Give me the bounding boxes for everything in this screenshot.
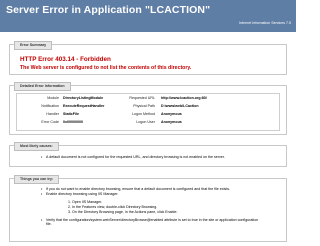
detail-value: Anonymous [161, 112, 182, 116]
page-header: Server Error in Application "LCACTION" I… [0, 0, 296, 32]
likely-causes-tab: Most likely causes: [14, 142, 59, 151]
detail-label: Error Code [41, 120, 59, 124]
detail-value: ExecuteRequestHandler [63, 104, 105, 108]
detailed-error-tab: Detailed Error Information [14, 82, 71, 91]
requested-url-value[interactable]: http://www.lcaction.org:80/ [161, 96, 207, 101]
suggestion-item: Verify that the configuration/system.web… [41, 218, 258, 223]
step-item: 1. Open IIS Manager. [68, 200, 103, 204]
things-to-try-tab: Things you can try: [14, 175, 60, 184]
server-version: Internet Information Services 7.5 [239, 21, 291, 25]
detailed-error-panel: Detailed Error Information Module Direct… [9, 82, 287, 135]
likely-causes-panel: Most likely causes: A default document i… [9, 142, 287, 167]
detail-label: Logon Method [132, 112, 155, 116]
detail-label: Logon User [136, 120, 155, 124]
cause-item: A default document is not configured for… [41, 155, 225, 160]
detail-value: Anonymous [161, 120, 182, 124]
detail-table: Module DirectoryListingModule Notificati… [16, 93, 280, 131]
detail-value: StaticFile [63, 112, 79, 116]
step-item: 3. On the Directory Browsing page, in th… [68, 210, 178, 214]
error-title: HTTP Error 403.14 - Forbidden [20, 56, 111, 63]
step-item: 2. In the Features view, double-click Di… [68, 205, 158, 209]
error-summary-panel: Error Summary HTTP Error 403.14 - Forbid… [9, 41, 287, 75]
detail-value: DirectoryListingModule [63, 96, 104, 100]
detail-value: D:\www\web\LCaction [161, 104, 199, 108]
detail-label: Physical Path [133, 104, 155, 108]
detail-label: Notification [41, 104, 59, 108]
things-to-try-panel: Things you can try: If you do not want t… [9, 175, 287, 242]
detail-label: Handler [46, 112, 59, 116]
detail-label: Requested URL [129, 96, 155, 100]
suggestion-item-continuation: file. [46, 222, 52, 226]
error-message: The Web server is configured to not list… [20, 65, 192, 71]
detail-value: 0x00000000 [63, 120, 83, 124]
suggestion-item: Enable directory browsing using IIS Mana… [41, 192, 118, 197]
suggestion-item: If you do not want to enable directory b… [41, 187, 230, 192]
page-title: Server Error in Application "LCACTION" [6, 4, 211, 16]
detail-label: Module [47, 96, 59, 100]
error-summary-tab: Error Summary [14, 41, 53, 50]
